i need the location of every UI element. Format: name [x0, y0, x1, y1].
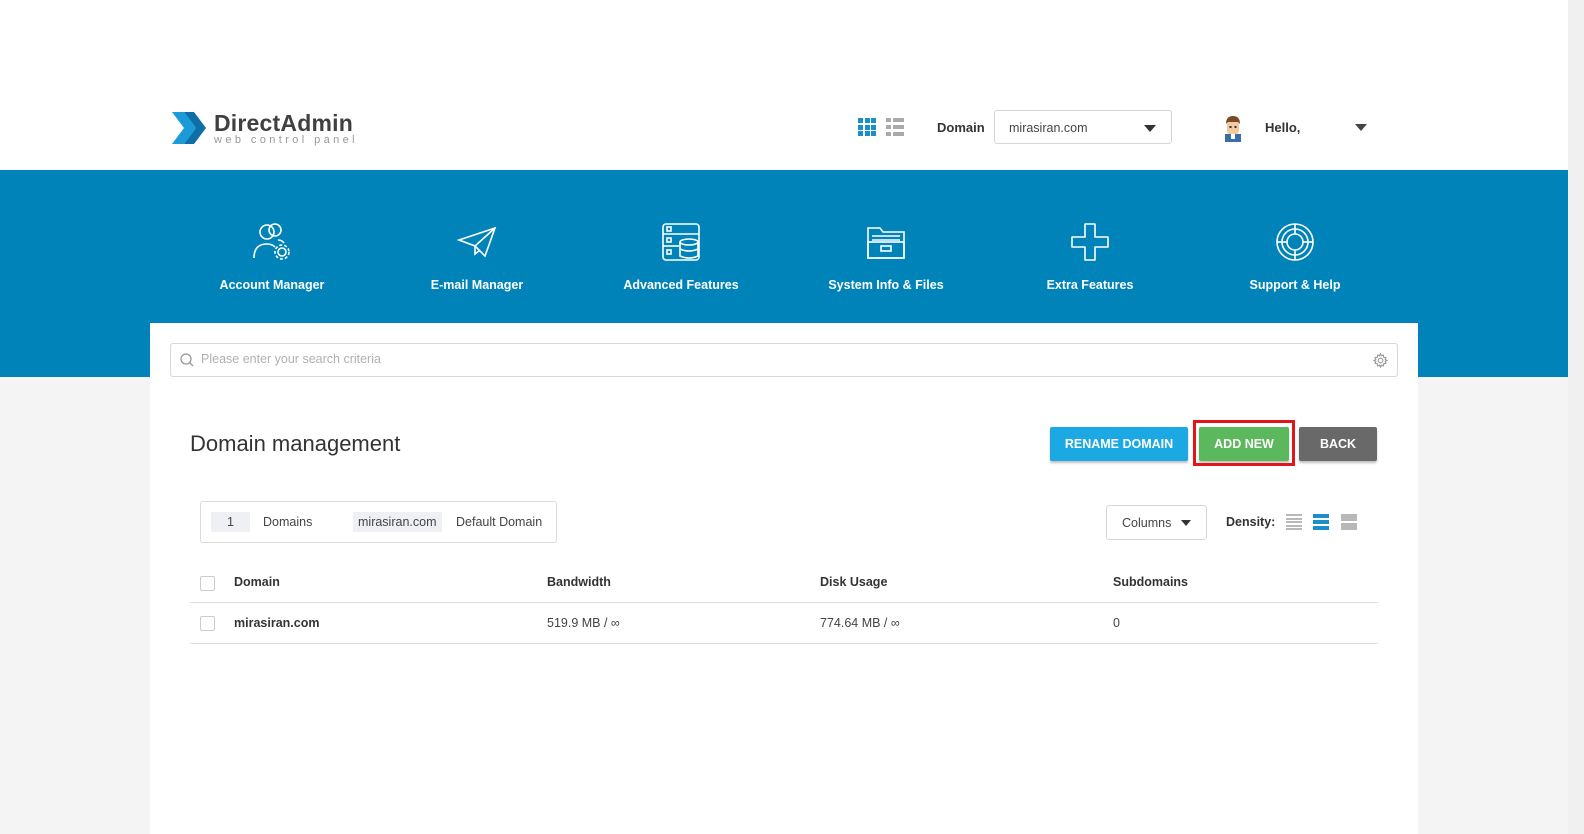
search-icon [180, 353, 194, 367]
columns-dropdown[interactable]: Columns [1106, 505, 1207, 540]
list-view-icon[interactable] [886, 118, 904, 136]
cell-subdomains: 0 [1113, 616, 1120, 630]
domain-label: Domain [937, 120, 985, 135]
cell-bandwidth: 519.9 MB / ∞ [547, 616, 620, 630]
server-database-icon [662, 223, 700, 261]
nav-advanced-features[interactable]: Advanced Features [601, 220, 761, 292]
account-manager-icon [253, 223, 290, 260]
columns-label: Columns [1122, 515, 1172, 530]
user-greeting[interactable]: Hello, [1265, 120, 1300, 135]
column-header-bandwidth[interactable]: Bandwidth [547, 575, 611, 589]
column-header-disk-usage[interactable]: Disk Usage [820, 575, 887, 589]
nav-label: E-mail Manager [430, 278, 524, 292]
grid-view-icon[interactable] [858, 118, 876, 136]
density-comfortable-icon[interactable] [1341, 514, 1357, 530]
nav-label: Support & Help [1249, 278, 1341, 292]
nav-email-manager[interactable]: E-mail Manager [397, 220, 557, 292]
domain-select[interactable]: mirasiran.com [994, 110, 1172, 144]
nav-label: System Info & Files [828, 278, 944, 292]
page-scrollbar[interactable] [1568, 0, 1584, 834]
domain-count-label: Domains [263, 515, 313, 529]
logo[interactable]: DirectAdmin web control panel [170, 106, 358, 150]
gear-icon[interactable] [1373, 353, 1388, 368]
domain-summary: 1 Domains mirasiran.com Default Domain [200, 501, 557, 543]
nav-account-manager[interactable]: Account Manager [192, 220, 352, 292]
chevron-down-icon [1144, 125, 1156, 132]
page-title: Domain management [190, 431, 401, 456]
nav-label: Extra Features [1046, 278, 1134, 292]
back-button[interactable]: BACK [1299, 427, 1377, 461]
density-label: Density: [1226, 515, 1276, 529]
select-all-checkbox[interactable] [200, 576, 215, 591]
user-menu-chevron-down-icon[interactable] [1355, 124, 1367, 131]
nav-label: Account Manager [219, 278, 325, 292]
brand-subtitle: web control panel [214, 134, 359, 146]
density-compact-icon[interactable] [1286, 514, 1302, 530]
density-normal-icon[interactable] [1313, 514, 1329, 530]
directadmin-logo-icon [172, 112, 206, 144]
search-bar [170, 343, 1398, 377]
rename-domain-button[interactable]: RENAME DOMAIN [1050, 427, 1188, 461]
column-header-domain[interactable]: Domain [234, 575, 280, 589]
avatar-icon[interactable] [1221, 114, 1245, 142]
column-header-subdomains[interactable]: Subdomains [1113, 575, 1188, 589]
header: DirectAdmin web control panel Domain mir… [0, 0, 1568, 170]
nav-support-help[interactable]: Support & Help [1215, 220, 1375, 292]
brand-title: DirectAdmin [214, 110, 353, 136]
domain-count: 1 [211, 512, 250, 532]
nav-extra-features[interactable]: Extra Features [1010, 220, 1170, 292]
folder-icon [867, 227, 905, 259]
nav-label: Advanced Features [623, 278, 739, 292]
table-header: Domain Bandwidth Disk Usage Subdomains [190, 563, 1378, 603]
nav-system-info-files[interactable]: System Info & Files [806, 220, 966, 292]
cell-domain[interactable]: mirasiran.com [234, 616, 319, 630]
default-domain-value: mirasiran.com [353, 512, 442, 532]
domain-select-value: mirasiran.com [1009, 121, 1088, 135]
chevron-down-icon [1181, 520, 1191, 526]
row-checkbox[interactable] [200, 616, 215, 631]
lifebuoy-icon [1276, 223, 1314, 261]
search-input[interactable] [201, 352, 1351, 366]
table-row: mirasiran.com 519.9 MB / ∞ 774.64 MB / ∞… [190, 603, 1378, 644]
plus-icon [1071, 223, 1109, 261]
domains-table: Domain Bandwidth Disk Usage Subdomains m… [190, 563, 1378, 644]
default-domain-label: Default Domain [456, 515, 543, 529]
paper-plane-icon [456, 226, 497, 258]
view-toggle [858, 118, 904, 136]
content-panel: Domain management RENAME DOMAIN ADD NEW … [150, 323, 1418, 834]
cell-disk-usage: 774.64 MB / ∞ [820, 616, 900, 630]
add-new-highlight-box [1193, 420, 1295, 466]
